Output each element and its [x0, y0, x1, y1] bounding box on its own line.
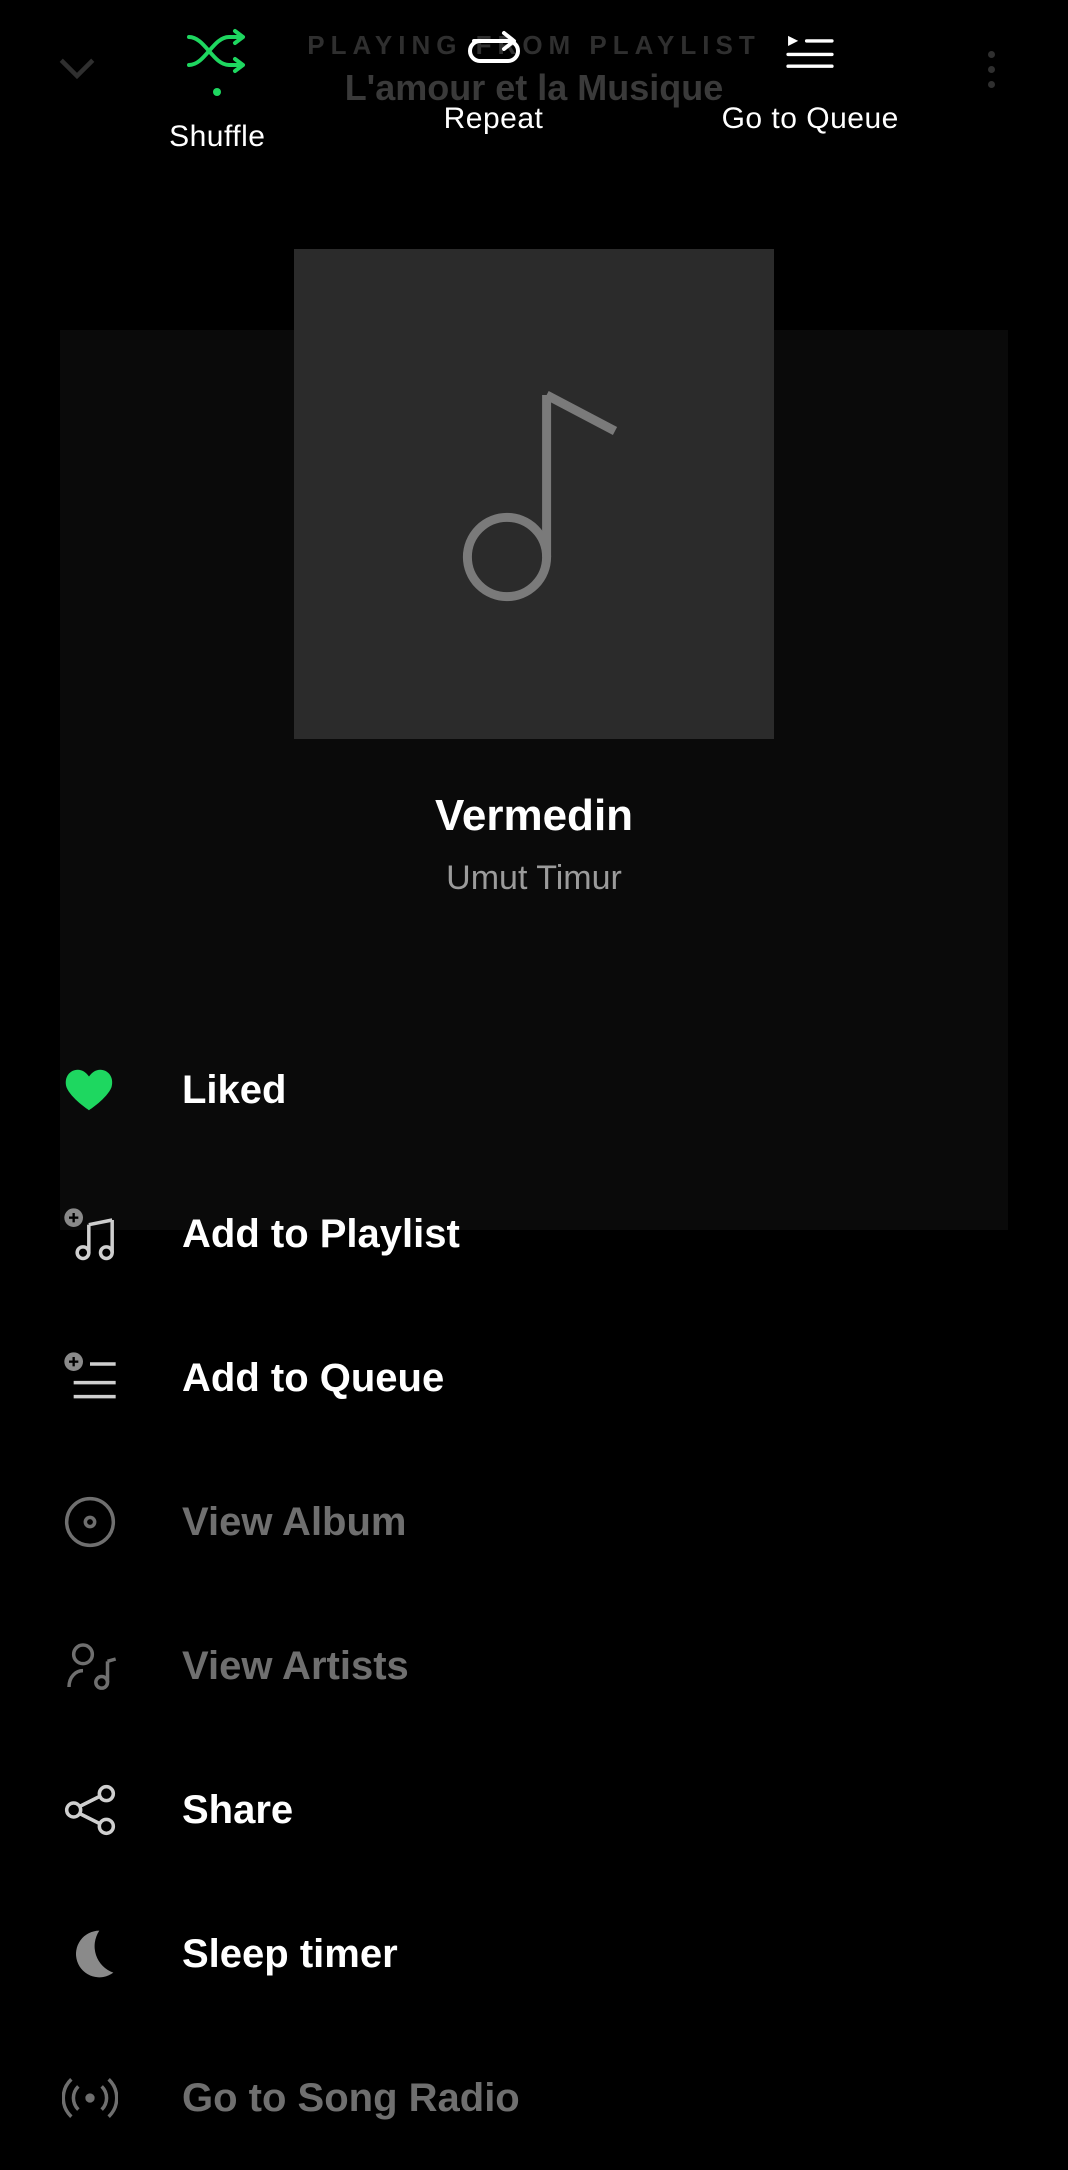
shuffle-icon [185, 24, 249, 78]
liked-label: Liked [182, 1068, 286, 1113]
liked-item[interactable]: Liked [62, 1018, 1006, 1162]
share-item[interactable]: Share [62, 1738, 1006, 1882]
context-menu: Liked Add to Playlist [0, 1018, 1068, 2170]
add-queue-label: Add to Queue [182, 1356, 444, 1401]
heart-icon [62, 1063, 182, 1117]
album-icon [62, 1494, 182, 1550]
moon-icon [62, 1926, 182, 1982]
share-icon [62, 1782, 182, 1838]
view-artists-label: View Artists [182, 1644, 409, 1689]
add-playlist-label: Add to Playlist [182, 1212, 460, 1257]
song-radio-label: Go to Song Radio [182, 2076, 520, 2121]
shuffle-action[interactable]: Shuffle [169, 24, 265, 154]
sleep-timer-label: Sleep timer [182, 1932, 398, 1977]
repeat-icon [462, 24, 526, 78]
go-to-queue-label: Go to Queue [722, 102, 899, 136]
share-label: Share [182, 1788, 293, 1833]
track-summary: Vermedin Umut Timur [0, 249, 1068, 898]
add-queue-icon [62, 1350, 182, 1406]
song-radio-item[interactable]: Go to Song Radio [62, 2026, 1006, 2170]
top-actions-row: Shuffle Repeat Go to Queue [0, 0, 1068, 169]
track-title: Vermedin [435, 791, 633, 841]
radio-icon [62, 2070, 182, 2126]
view-album-label: View Album [182, 1500, 407, 1545]
view-album-item[interactable]: View Album [62, 1450, 1006, 1594]
album-art-placeholder [294, 249, 774, 739]
artist-icon [62, 1638, 182, 1694]
sleep-timer-item[interactable]: Sleep timer [62, 1882, 1006, 2026]
add-playlist-icon [62, 1206, 182, 1262]
add-to-playlist-item[interactable]: Add to Playlist [62, 1162, 1006, 1306]
repeat-action[interactable]: Repeat [444, 24, 544, 136]
go-to-queue-action[interactable]: Go to Queue [722, 24, 899, 136]
add-to-queue-item[interactable]: Add to Queue [62, 1306, 1006, 1450]
queue-icon [783, 24, 837, 78]
shuffle-label: Shuffle [169, 120, 265, 154]
track-artist: Umut Timur [446, 859, 622, 898]
repeat-label: Repeat [444, 102, 544, 136]
shuffle-active-dot [213, 88, 221, 96]
view-artists-item[interactable]: View Artists [62, 1594, 1006, 1738]
context-overlay: Shuffle Repeat Go to Queue [0, 0, 1068, 2170]
